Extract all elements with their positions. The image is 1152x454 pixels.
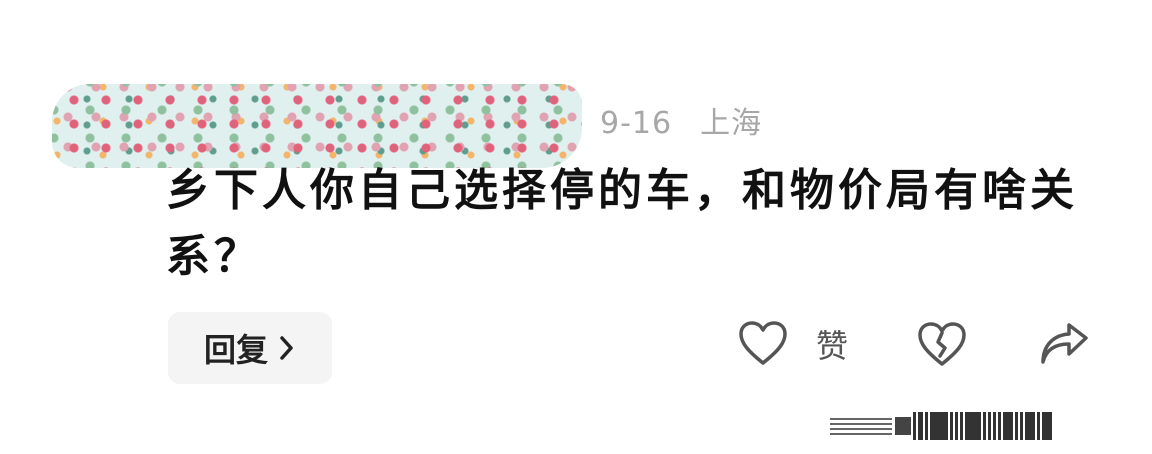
dislike-button[interactable] bbox=[916, 320, 968, 370]
like-button[interactable]: 赞 bbox=[738, 320, 848, 368]
like-label: 赞 bbox=[816, 327, 849, 365]
comment-date-location: 9-16 上海 bbox=[600, 98, 790, 142]
watermark bbox=[830, 410, 1142, 442]
comment-date: 9-16 bbox=[600, 106, 673, 141]
share-button[interactable] bbox=[1036, 320, 1092, 372]
reply-label: 回复 bbox=[203, 331, 268, 369]
chevron-right-icon bbox=[278, 333, 296, 363]
redacted-user-info bbox=[52, 84, 582, 168]
comment-location: 上海 bbox=[700, 106, 763, 141]
reply-button[interactable]: 回复 bbox=[168, 312, 332, 384]
share-arrow-icon bbox=[1041, 323, 1088, 364]
comment-card: 9-16 上海 乡下人你自己选择停的车，和物价局有啥关系？ 回复 赞 bbox=[0, 0, 1152, 454]
heart-outline-icon bbox=[739, 321, 787, 365]
comment-text: 乡下人你自己选择停的车，和物价局有啥关系？ bbox=[166, 165, 1078, 282]
broken-heart-icon bbox=[918, 322, 966, 366]
comment-meta: 9-16 上海 bbox=[52, 84, 812, 168]
